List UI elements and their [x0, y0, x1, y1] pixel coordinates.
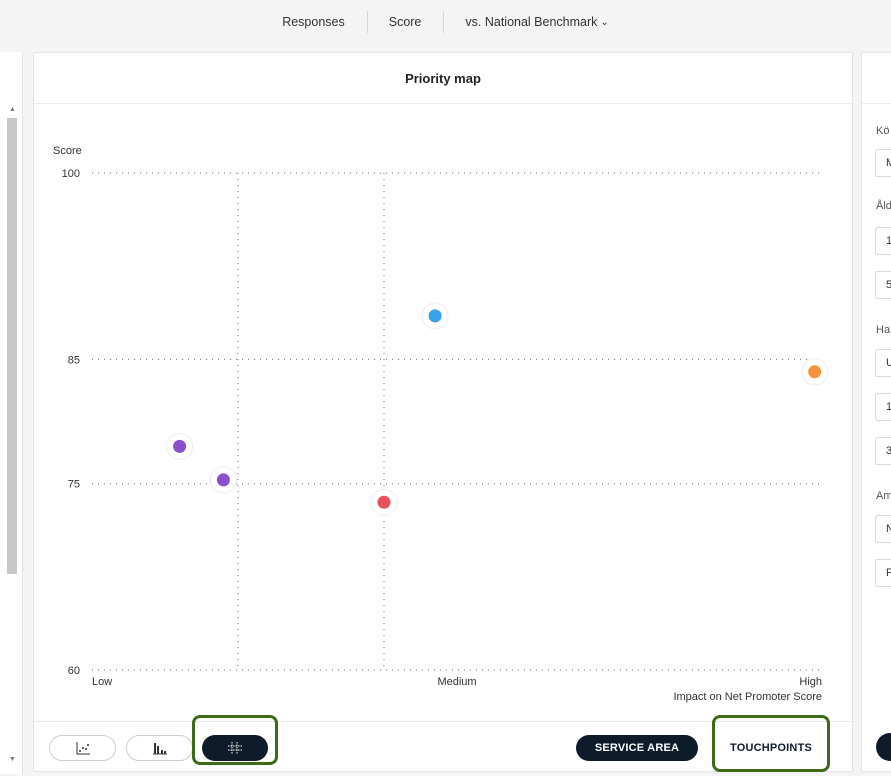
service-area-button[interactable]: SERVICE AREA — [576, 735, 698, 761]
filter-label-1: Kö — [876, 125, 890, 137]
filter-panel-header — [862, 53, 891, 104]
scroll-down-arrow-icon[interactable]: ▼ — [9, 756, 16, 763]
y-tick-label: 85 — [68, 354, 80, 366]
filter-field-2[interactable]: 1 — [875, 227, 891, 255]
data-point[interactable] — [166, 432, 194, 460]
filter-field-1[interactable]: M — [875, 149, 891, 177]
tab-responses-label: Responses — [282, 15, 345, 29]
y-tick-label: 60 — [68, 665, 80, 677]
filter-label-2: Åld — [876, 200, 891, 212]
filter-field-6[interactable]: 3 — [875, 437, 891, 465]
filter-field-5[interactable]: 1 — [875, 393, 891, 421]
bar-chart-icon — [152, 743, 167, 755]
scatter-chart-icon — [76, 742, 90, 755]
highlight-box-touchpoints — [712, 715, 830, 772]
left-panel: ▲ ▼ — [0, 52, 23, 774]
tab-score-label: Score — [388, 15, 422, 29]
x-axis-label: Impact on Net Promoter Score — [673, 691, 822, 703]
y-tick-label: 100 — [62, 168, 80, 180]
filter-panel: Kö M Åld 1 5 Ha U 1 3 Am N F — [861, 52, 891, 772]
scatter-view-button[interactable] — [49, 735, 116, 761]
x-tick-label: Medium — [437, 676, 476, 688]
data-point[interactable] — [370, 488, 398, 516]
filter-field-4[interactable]: U — [875, 349, 891, 377]
tab-benchmark-label: vs. National Benchmark — [465, 15, 598, 29]
filter-field-3[interactable]: 5 — [875, 271, 891, 299]
filter-field-8[interactable]: F — [875, 559, 891, 587]
y-axis-label: Score — [53, 145, 82, 157]
chevron-down-icon: ⌄ — [600, 17, 609, 28]
data-point[interactable] — [421, 302, 449, 330]
priority-map-card: Priority map Score 60 75 85 100 Low Medium Hig… — [33, 52, 853, 772]
highlight-box-grid-button — [192, 715, 278, 765]
x-tick-label: Low — [92, 676, 112, 688]
filter-label-3: Ha — [876, 324, 891, 336]
priority-map-chart: Score 60 75 85 100 Low Medium High Impact on N… — [53, 145, 829, 703]
filter-apply-button[interactable] — [876, 733, 891, 761]
data-point[interactable] — [801, 358, 829, 386]
bar-view-button[interactable] — [126, 735, 193, 761]
scroll-up-arrow-icon[interactable]: ▲ — [9, 106, 16, 113]
y-tick-label: 75 — [68, 479, 80, 491]
tab-responses[interactable]: Responses — [260, 15, 367, 29]
x-tick-label: High — [799, 676, 822, 688]
data-point[interactable] — [209, 466, 237, 494]
tab-score[interactable]: Score — [366, 11, 444, 33]
view-tabs: Responses Score vs. National Benchmark ⌄ — [0, 0, 891, 44]
tab-benchmark[interactable]: vs. National Benchmark ⌄ — [443, 11, 630, 33]
chart-footer: SERVICE AREA TOUCHPOINTS — [34, 715, 852, 772]
scrollbar-thumb[interactable] — [7, 118, 17, 574]
filter-label-4: Am — [876, 490, 891, 502]
filter-field-7[interactable]: N — [875, 515, 891, 543]
